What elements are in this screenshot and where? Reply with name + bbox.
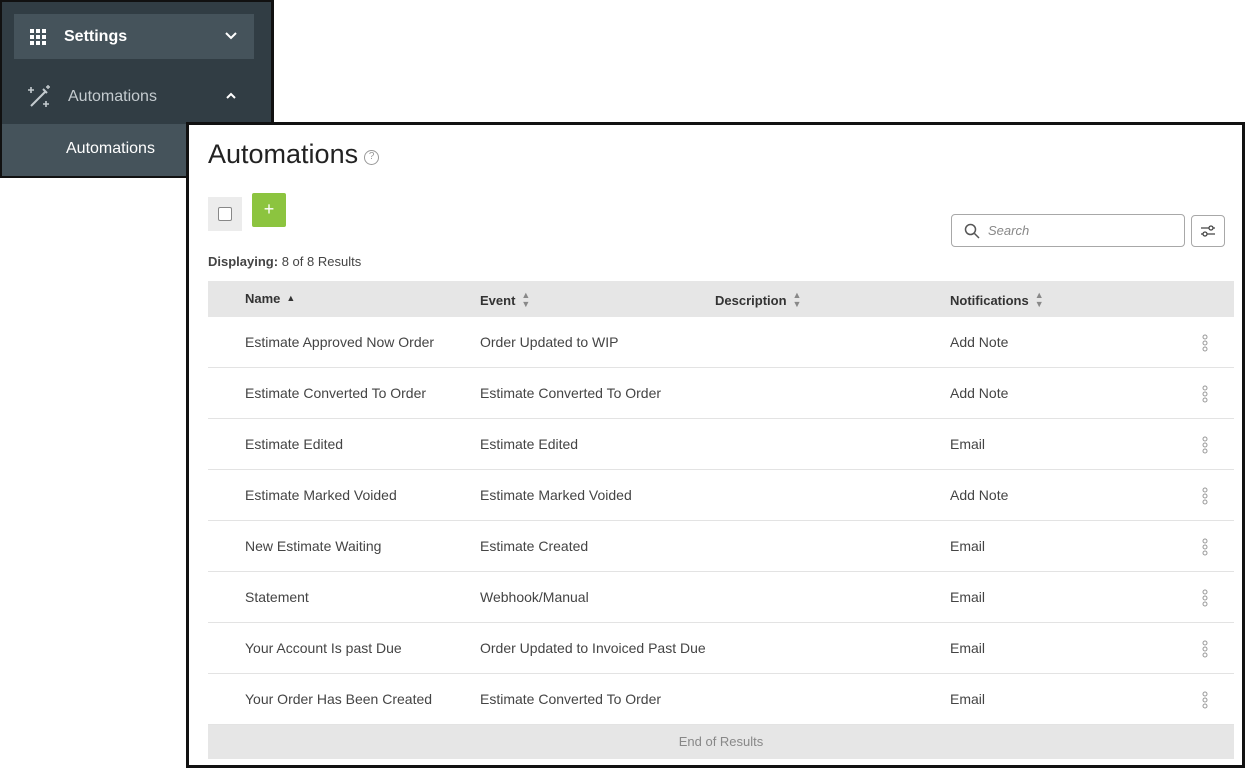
automations-table: Name ▲ Event ▲ ▼ Description ▲ ▼ Notificat…	[208, 281, 1234, 759]
filter-button[interactable]	[1191, 215, 1225, 247]
cell-notifications: Email	[950, 436, 986, 452]
cell-name: New Estimate Waiting	[245, 538, 382, 554]
automations-panel: Automations ? + Displaying: 8 of 8 Resul…	[186, 122, 1245, 768]
more-options-icon[interactable]	[1200, 487, 1210, 505]
more-options-icon[interactable]	[1200, 538, 1210, 556]
checkbox-box	[218, 207, 232, 221]
column-header-label: Description	[715, 292, 787, 308]
magic-wand-icon	[28, 85, 50, 107]
results-count-label: Displaying:	[208, 254, 279, 269]
cell-event: Estimate Converted To Order	[480, 385, 662, 401]
select-all-checkbox[interactable]	[208, 197, 242, 231]
sidebar-item-settings[interactable]: Settings	[14, 14, 254, 59]
more-options-icon[interactable]	[1200, 640, 1210, 658]
sort-icon: ▲ ▼	[792, 290, 802, 309]
column-header-label: Notifications	[950, 292, 1029, 308]
grid-icon	[30, 28, 46, 45]
table-row[interactable]: Statement Webhook/Manual Email	[208, 572, 1234, 623]
chevron-down-icon	[225, 32, 237, 40]
table-row[interactable]: Estimate Approved Now Order Order Updated…	[208, 317, 1234, 368]
cell-event: Estimate Marked Voided	[480, 487, 632, 503]
search-box[interactable]	[951, 214, 1185, 247]
cell-notifications: Email	[950, 538, 986, 554]
page-title: Automations ?	[208, 139, 380, 170]
cell-name: Estimate Edited	[245, 436, 344, 452]
sort-icon: ▲ ▼	[521, 290, 531, 309]
cell-event: Order Updated to WIP	[480, 334, 619, 350]
sliders-icon	[1201, 225, 1215, 237]
table-row[interactable]: Estimate Converted To Order Estimate Conv…	[208, 368, 1234, 419]
column-header-label: Event	[480, 292, 516, 308]
more-options-icon[interactable]	[1200, 385, 1210, 403]
results-count-value: 8 of 8 Results	[281, 254, 362, 269]
sidebar-item-automations[interactable]: Automations	[14, 72, 254, 122]
cell-name: Estimate Approved Now Order	[245, 334, 435, 350]
end-of-results: End of Results	[208, 725, 1234, 759]
table-row[interactable]: New Estimate Waiting Estimate Created Emai…	[208, 521, 1234, 572]
cell-name: Estimate Converted To Order	[245, 385, 427, 401]
table-row[interactable]: Estimate Marked Voided Estimate Marked Vo…	[208, 470, 1234, 521]
more-options-icon[interactable]	[1200, 334, 1210, 352]
cell-event: Order Updated to Invoiced Past Due	[480, 640, 706, 656]
sidebar-item-label: Automations	[68, 88, 157, 105]
table-body: Estimate Approved Now Order Order Updated…	[208, 317, 1234, 725]
sort-icon: ▲ ▼	[1034, 290, 1044, 309]
cell-notifications: Email	[950, 640, 986, 656]
results-count: Displaying: 8 of 8 Results	[208, 254, 361, 269]
more-options-icon[interactable]	[1200, 691, 1210, 709]
table-row[interactable]: Your Account Is past Due Order Updated to…	[208, 623, 1234, 674]
cell-name: Estimate Marked Voided	[245, 487, 397, 503]
column-header-description[interactable]: Description ▲ ▼	[715, 291, 801, 309]
cell-event: Estimate Edited	[480, 436, 579, 452]
cell-notifications: Add Note	[950, 385, 1009, 401]
cell-notifications: Add Note	[950, 334, 1009, 350]
cell-event: Estimate Created	[480, 538, 589, 554]
cell-event: Webhook/Manual	[480, 589, 589, 605]
column-header-event[interactable]: Event ▲ ▼	[480, 291, 530, 309]
search-icon	[964, 223, 980, 239]
column-header-notifications[interactable]: Notifications ▲ ▼	[950, 291, 1044, 309]
sort-ascending-icon: ▲	[286, 293, 296, 303]
search-input[interactable]	[988, 223, 1168, 238]
cell-name: Statement	[245, 589, 309, 605]
table-row[interactable]: Estimate Edited Estimate Edited Email	[208, 419, 1234, 470]
cell-notifications: Email	[950, 691, 986, 707]
sidebar-item-label: Settings	[64, 27, 128, 45]
table-header: Name ▲ Event ▲ ▼ Description ▲ ▼ Notificat…	[208, 281, 1234, 317]
table-row[interactable]: Your Order Has Been Created Estimate Conv…	[208, 674, 1234, 725]
cell-name: Your Order Has Been Created	[245, 691, 433, 707]
chevron-up-icon	[226, 92, 236, 99]
cell-notifications: Add Note	[950, 487, 1009, 503]
cell-name: Your Account Is past Due	[245, 640, 402, 656]
add-automation-button[interactable]: +	[252, 193, 286, 227]
column-header-label: Name	[245, 291, 281, 306]
help-icon[interactable]: ?	[364, 149, 380, 165]
page-title-text: Automations	[208, 139, 359, 169]
column-header-name[interactable]: Name ▲	[245, 291, 295, 306]
more-options-icon[interactable]	[1200, 589, 1210, 607]
more-options-icon[interactable]	[1200, 436, 1210, 454]
cell-event: Estimate Converted To Order	[480, 691, 662, 707]
cell-notifications: Email	[950, 589, 986, 605]
